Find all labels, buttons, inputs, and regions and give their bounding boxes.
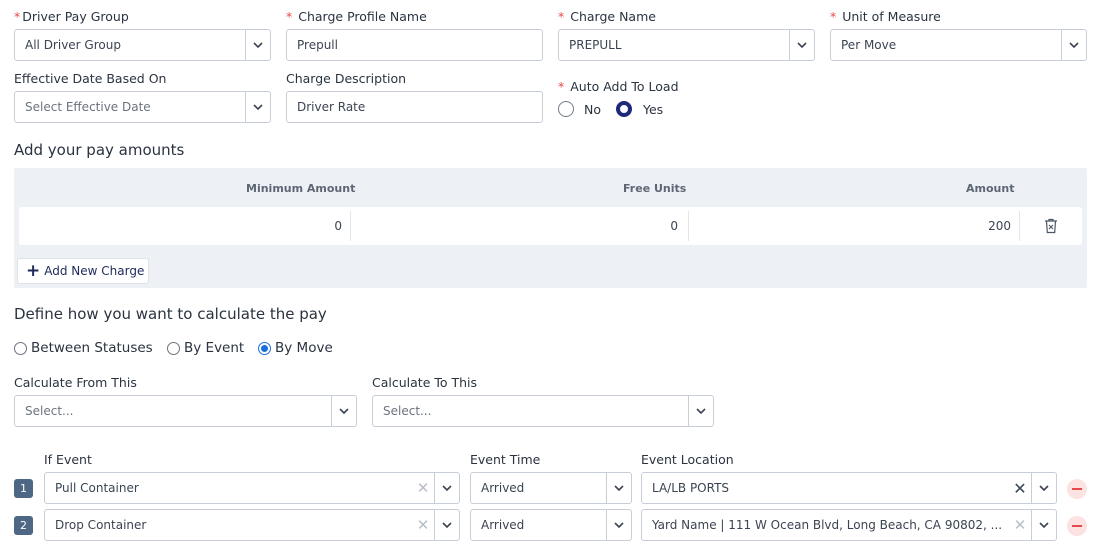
if-event-header: If Event (44, 452, 92, 467)
charge-name-label: * Charge Name (558, 9, 656, 24)
auto-add-no-radio[interactable]: No (558, 101, 601, 117)
minimum-amount-input[interactable]: 0 (19, 207, 342, 245)
chevron-down-icon (607, 522, 631, 528)
event-row-number: 1 (14, 479, 33, 498)
column-header-free-units: Free Units (623, 182, 687, 195)
free-units-input[interactable]: 0 (351, 207, 678, 245)
pay-amount-row: 0 0 200 (19, 207, 1082, 245)
charge-name-select[interactable]: PREPULL (558, 29, 815, 61)
remove-row-icon[interactable] (1067, 516, 1087, 536)
clear-icon[interactable]: ✕ (412, 516, 434, 534)
plus-icon: + (26, 260, 41, 281)
calculate-to-label: Calculate To This (372, 375, 478, 390)
event-row-number: 2 (14, 516, 33, 535)
driver-pay-group-label: * Driver Pay Group (14, 9, 129, 24)
event-location-header: Event Location (641, 452, 734, 467)
calculate-to-select[interactable]: Select... (372, 395, 714, 427)
delete-row-icon[interactable] (1044, 218, 1058, 237)
chevron-down-icon (435, 485, 459, 491)
radio-checked-icon (616, 101, 632, 117)
charge-profile-name-label: * Charge Profile Name (286, 9, 427, 24)
charge-description-input[interactable]: Driver Rate (286, 91, 543, 123)
method-by-event-radio[interactable]: By Event (167, 340, 244, 356)
event-time-select[interactable]: Arrived (470, 472, 632, 504)
calculate-from-label: Calculate From This (14, 375, 137, 390)
event-location-select[interactable]: LA/LB PORTS ✕ (641, 472, 1057, 504)
chevron-down-icon (332, 408, 356, 414)
calculation-title: Define how you want to calculate the pay (14, 305, 327, 323)
remove-row-icon[interactable] (1067, 479, 1087, 499)
event-select[interactable]: Pull Container ✕ (44, 472, 460, 504)
chevron-down-icon (1032, 485, 1056, 491)
method-between-statuses-radio[interactable]: Between Statuses (14, 340, 153, 356)
chevron-down-icon (1062, 42, 1086, 48)
event-select[interactable]: Drop Container ✕ (44, 509, 460, 541)
column-header-minimum-amount: Minimum Amount (246, 182, 356, 195)
event-location-select[interactable]: Yard Name | 111 W Ocean Blvd, Long Beach… (641, 509, 1057, 541)
add-new-charge-button[interactable]: + Add New Charge (17, 258, 149, 284)
chevron-down-icon (790, 42, 814, 48)
clear-icon[interactable]: ✕ (1009, 516, 1031, 534)
auto-add-label: * Auto Add To Load (558, 79, 679, 94)
event-time-header: Event Time (470, 452, 541, 467)
effective-date-label: Effective Date Based On (14, 71, 167, 86)
unit-of-measure-select[interactable]: Per Move (830, 29, 1087, 61)
method-by-move-radio[interactable]: By Move (258, 340, 333, 356)
column-header-amount: Amount (966, 182, 1015, 195)
chevron-down-icon (246, 42, 270, 48)
unit-of-measure-label: * Unit of Measure (830, 9, 941, 24)
chevron-down-icon (246, 104, 270, 110)
effective-date-select[interactable]: Select Effective Date (14, 91, 271, 123)
clear-icon[interactable]: ✕ (1009, 479, 1031, 498)
charge-description-label: Charge Description (286, 71, 407, 86)
chevron-down-icon (435, 522, 459, 528)
chevron-down-icon (1032, 522, 1056, 528)
chevron-down-icon (689, 408, 713, 414)
calculate-from-select[interactable]: Select... (14, 395, 357, 427)
chevron-down-icon (607, 485, 631, 491)
auto-add-yes-radio[interactable]: Yes (616, 101, 663, 117)
radio-unchecked-icon (558, 101, 574, 117)
pay-amounts-title: Add your pay amounts (14, 141, 185, 159)
clear-icon[interactable]: ✕ (412, 479, 434, 497)
charge-profile-name-input[interactable]: Prepull (286, 29, 543, 61)
amount-input[interactable]: 200 (689, 207, 1011, 245)
event-time-select[interactable]: Arrived (470, 509, 632, 541)
driver-pay-group-select[interactable]: All Driver Group (14, 29, 271, 61)
